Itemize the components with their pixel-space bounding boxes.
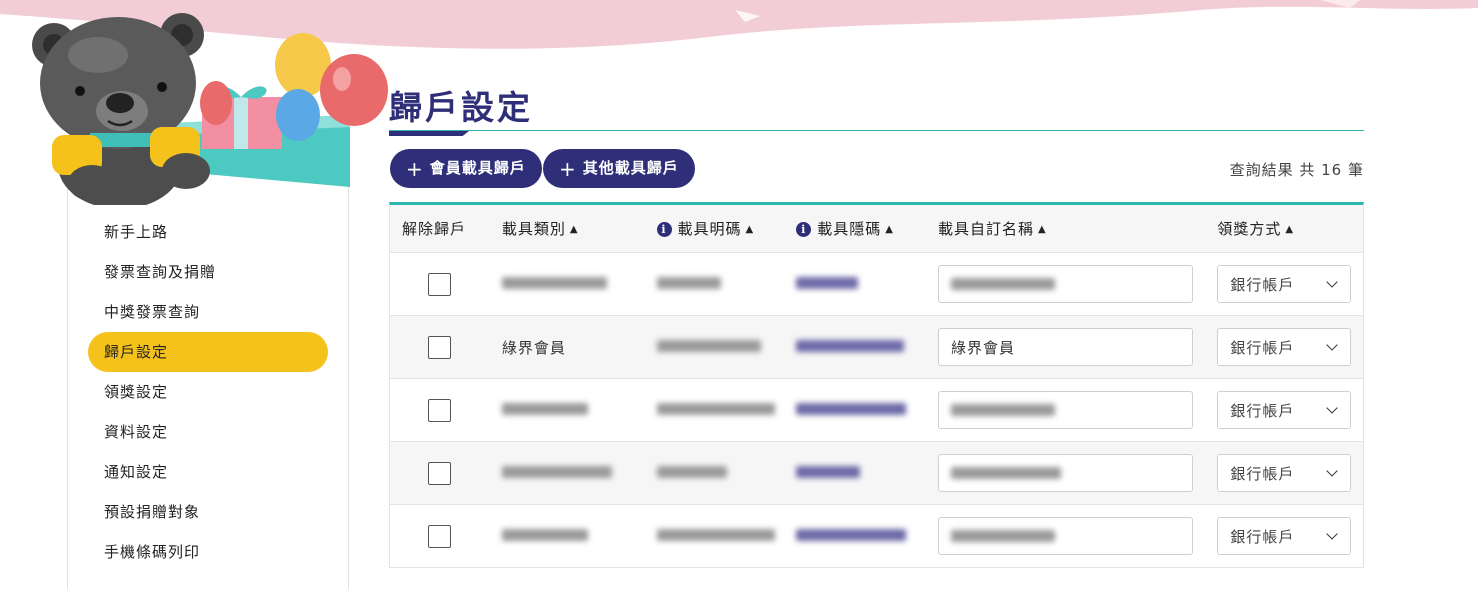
redacted-hidden-code: [796, 340, 905, 352]
redacted-visible-code: [656, 466, 727, 478]
redacted-custom-name: [950, 467, 1061, 479]
result-count: 查詢結果 共 16 筆: [1229, 161, 1364, 179]
redacted-carrier-type: [501, 529, 588, 541]
redacted-visible-code: [656, 340, 761, 352]
header-carrier-custom-name[interactable]: 載具自訂名稱 ▲: [926, 218, 1205, 239]
chevron-down-icon: [1326, 339, 1338, 351]
prize-method-select[interactable]: 銀行帳戶: [1217, 265, 1352, 303]
sidebar-item-notification-settings[interactable]: 通知設定: [88, 452, 328, 492]
custom-name-field[interactable]: [937, 391, 1193, 429]
unlink-checkbox[interactable]: [428, 524, 451, 548]
header-carrier-hidden-code[interactable]: i 載具隱碼 ▲: [784, 218, 926, 239]
sidebar-item-winning-invoice-query[interactable]: 中獎發票查詢: [88, 292, 328, 332]
chevron-down-icon: [1326, 276, 1338, 288]
header-unlink: 解除歸戶: [402, 220, 467, 238]
table-row: 銀行帳戶: [390, 442, 1363, 505]
table-header: 解除歸戶 載具類別 ▲ i 載具明碼 ▲ i 載具隱碼 ▲ 載具自訂名稱 ▲ 領獎方式 ▲: [390, 205, 1363, 253]
unlink-checkbox[interactable]: [428, 461, 451, 485]
chevron-down-icon: [1326, 465, 1338, 477]
prize-method-select[interactable]: 銀行帳戶: [1217, 517, 1352, 555]
main-content: 歸戶設定 + 會員載具歸戶 + 其他載具歸戶 查詢結果 共 16 筆 解除歸戶 …: [389, 84, 1364, 568]
sort-up-icon: ▲: [569, 224, 579, 235]
redacted-hidden-code: [796, 403, 907, 415]
carrier-table: 解除歸戶 載具類別 ▲ i 載具明碼 ▲ i 載具隱碼 ▲ 載具自訂名稱 ▲ 領獎方式 ▲ 銀…: [389, 202, 1364, 568]
chevron-down-icon: [1326, 528, 1338, 540]
redacted-visible-code: [656, 277, 721, 289]
redacted-hidden-code: [796, 529, 907, 541]
prize-method-select[interactable]: 銀行帳戶: [1217, 454, 1352, 492]
redacted-custom-name: [950, 404, 1055, 416]
custom-name-field[interactable]: 綠界會員: [937, 328, 1193, 366]
info-icon[interactable]: i: [796, 222, 812, 237]
custom-name-field[interactable]: [937, 517, 1193, 555]
sort-up-icon: ▲: [885, 224, 894, 235]
table-row: 銀行帳戶: [390, 505, 1363, 568]
toolbar: + 會員載具歸戶 + 其他載具歸戶 查詢結果 共 16 筆: [389, 149, 1364, 193]
prize-method-select[interactable]: 銀行帳戶: [1217, 391, 1352, 429]
sidebar-item-carrier-linking[interactable]: 歸戶設定: [88, 332, 328, 372]
sidebar-item-prize-settings[interactable]: 領獎設定: [88, 372, 328, 412]
unlink-checkbox[interactable]: [428, 335, 451, 359]
title-underline: [389, 130, 1364, 136]
sidebar-nav: 新手上路 發票查詢及捐贈 中獎發票查詢 歸戶設定 領獎設定 資料設定 通知設定 …: [88, 212, 328, 572]
sort-up-icon: ▲: [1037, 224, 1047, 235]
custom-name-field[interactable]: [937, 454, 1193, 492]
bear-mascot-illustration: [20, 5, 390, 209]
chevron-down-icon: [1326, 402, 1338, 414]
custom-name-field[interactable]: [937, 265, 1193, 303]
plus-icon: +: [559, 156, 577, 181]
table-row: 銀行帳戶: [390, 253, 1363, 316]
redacted-custom-name: [950, 530, 1055, 542]
info-icon[interactable]: i: [656, 222, 672, 237]
page-title: 歸戶設定: [389, 88, 533, 127]
sidebar-item-getting-started[interactable]: 新手上路: [88, 212, 328, 252]
redacted-hidden-code: [796, 277, 859, 289]
redacted-hidden-code: [796, 466, 861, 478]
unlink-checkbox[interactable]: [428, 272, 451, 296]
add-other-carrier-button[interactable]: + 其他載具歸戶: [543, 149, 695, 188]
redacted-visible-code: [656, 529, 775, 541]
sidebar-item-profile-settings[interactable]: 資料設定: [88, 412, 328, 452]
redacted-carrier-type: [501, 403, 588, 415]
add-member-carrier-button[interactable]: + 會員載具歸戶: [390, 149, 542, 188]
sort-up-icon: ▲: [1285, 224, 1295, 235]
sort-up-icon: ▲: [745, 224, 755, 235]
redacted-visible-code: [656, 403, 775, 415]
plus-icon: +: [406, 156, 424, 181]
redacted-carrier-type: [501, 277, 607, 289]
table-row: 銀行帳戶: [390, 379, 1363, 442]
header-prize-method[interactable]: 領獎方式 ▲: [1205, 218, 1363, 239]
carrier-type-text: 綠界會員: [501, 338, 566, 357]
header-carrier-visible-code[interactable]: i 載具明碼 ▲: [645, 218, 785, 239]
sidebar-item-mobile-barcode-print[interactable]: 手機條碼列印: [88, 532, 328, 572]
sidebar-item-default-donation-target[interactable]: 預設捐贈對象: [88, 492, 328, 532]
redacted-custom-name: [950, 278, 1055, 290]
sidebar-item-invoice-query-donation[interactable]: 發票查詢及捐贈: [88, 252, 328, 292]
table-row: 綠界會員 綠界會員 銀行帳戶: [390, 316, 1363, 379]
redacted-carrier-type: [501, 466, 612, 478]
header-carrier-type[interactable]: 載具類別 ▲: [490, 218, 645, 239]
prize-method-select[interactable]: 銀行帳戶: [1217, 328, 1352, 366]
unlink-checkbox[interactable]: [428, 398, 451, 422]
